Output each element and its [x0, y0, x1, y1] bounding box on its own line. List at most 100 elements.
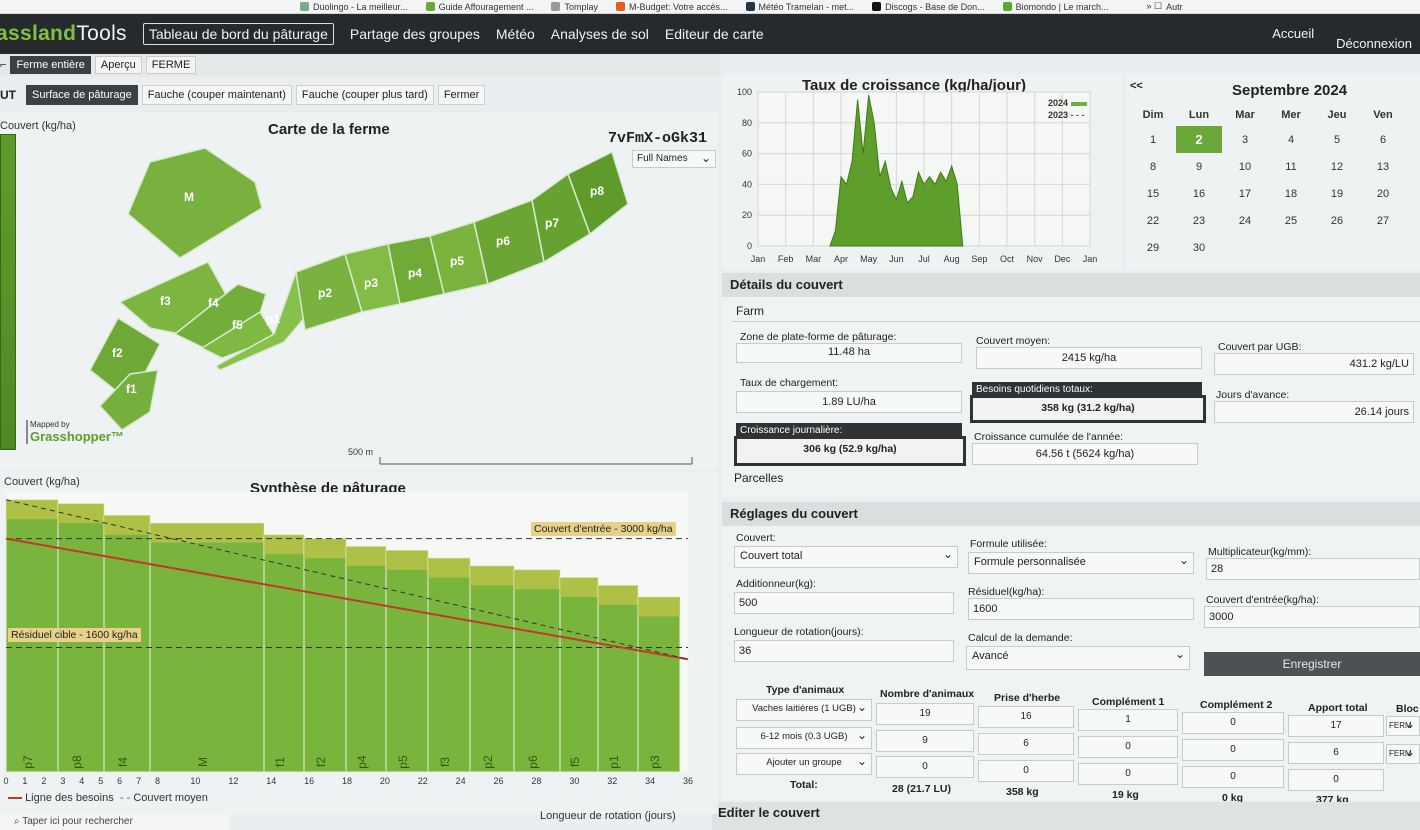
calendar-day[interactable]: 27: [1360, 207, 1406, 234]
calendar-day[interactable]: 5: [1314, 126, 1360, 153]
nav-soil-analysis[interactable]: Analyses de sol: [551, 26, 649, 42]
add-group-select[interactable]: Ajouter un groupe: [736, 753, 872, 775]
calendar-day[interactable]: 26: [1314, 207, 1360, 234]
bookmark-item[interactable]: Discogs - Base de Don...: [872, 2, 985, 12]
bookmark-item[interactable]: » ☐ Autr: [1147, 1, 1183, 12]
calendar-day[interactable]: 16: [1176, 180, 1222, 207]
calendar-day[interactable]: 8: [1130, 153, 1176, 180]
supplement-1-input[interactable]: 1: [1078, 709, 1178, 731]
calendar-day[interactable]: 22: [1130, 207, 1176, 234]
paddock-M[interactable]: [127, 147, 263, 259]
grass-intake-input[interactable]: 0: [978, 760, 1074, 782]
nav-group-sharing[interactable]: Partage des groupes: [350, 26, 480, 42]
nav-logout[interactable]: Déconnexion: [1336, 36, 1412, 51]
calendar-day[interactable]: 19: [1314, 180, 1360, 207]
bookmark-item[interactable]: Tomplay: [551, 2, 598, 12]
bookmark-item[interactable]: Duolingo - La meilleur...: [300, 2, 408, 12]
calendar-day[interactable]: 15: [1130, 180, 1176, 207]
legend-2024: 2024: [1048, 98, 1087, 108]
bookmark-item[interactable]: M-Budget: Votre accès...: [615, 2, 728, 12]
calendar-day[interactable]: 13: [1360, 153, 1406, 180]
multiplier-input[interactable]: 28: [1206, 558, 1420, 580]
supplement-2-input[interactable]: 0: [1182, 739, 1284, 761]
tab-cut-now[interactable]: Fauche (couper maintenant): [141, 85, 292, 105]
cover-type-select[interactable]: Couvert total: [734, 546, 958, 568]
synthesis-bar-top: [598, 585, 638, 605]
entry-cover-input[interactable]: 3000: [1204, 606, 1420, 628]
rotation-input[interactable]: 36: [734, 640, 954, 662]
calendar-day[interactable]: 11: [1268, 153, 1314, 180]
calendar-day[interactable]: 24: [1222, 207, 1268, 234]
adder-input[interactable]: 500: [734, 592, 954, 614]
calendar-day-empty: [1222, 234, 1268, 261]
demand-calc-select[interactable]: Avancé: [966, 646, 1190, 670]
residual-input[interactable]: 1600: [968, 598, 1194, 620]
block-select[interactable]: FERM: [1386, 744, 1420, 764]
animal-count-input[interactable]: 19: [876, 703, 974, 725]
synthesis-bar-top: [386, 550, 428, 570]
calendar-day[interactable]: 4: [1268, 126, 1314, 153]
nav-map-editor[interactable]: Editeur de carte: [665, 26, 764, 42]
calendar-day[interactable]: 25: [1268, 207, 1314, 234]
farm-map-panel: Couvert (kg/ha) Carte de la ferme 7vFmX-…: [0, 112, 718, 470]
supplement-1-input[interactable]: 0: [1078, 736, 1178, 758]
calendar-day[interactable]: 29: [1130, 234, 1176, 261]
day-header: Mer: [1281, 109, 1301, 121]
app-logo[interactable]: asslandTools: [0, 22, 127, 46]
parcels-section[interactable]: Parcelles: [734, 471, 783, 485]
formula-select[interactable]: Formule personnalisée: [968, 552, 1194, 574]
days-ahead-value: 26.14 jours: [1214, 401, 1414, 423]
calendar-day[interactable]: 20: [1360, 180, 1406, 207]
animal-count-input[interactable]: 9: [876, 730, 974, 752]
calendar-day[interactable]: 18: [1268, 180, 1314, 207]
tab-cut-later[interactable]: Fauche (couper plus tard): [295, 85, 434, 105]
calendar-month: Septembre 2024: [1232, 82, 1348, 99]
grass-intake-input[interactable]: 6: [978, 733, 1074, 755]
synthesis-x-tick: 36: [683, 776, 693, 786]
animal-type-select[interactable]: Vaches laitières (1 UGB): [736, 699, 872, 721]
grass-intake-input[interactable]: 16: [978, 706, 1074, 728]
calendar-day[interactable]: 6: [1360, 126, 1406, 153]
calendar-day[interactable]: 30: [1176, 234, 1222, 261]
save-button[interactable]: Enregistrer: [1204, 652, 1420, 676]
synthesis-x-tick: 10: [190, 776, 200, 786]
bookmark-item[interactable]: Météo Tramelan - met...: [745, 2, 854, 12]
block-select[interactable]: FERM: [1386, 716, 1420, 736]
synthesis-bar-top: [58, 503, 104, 524]
calendar-day[interactable]: 10: [1222, 153, 1268, 180]
supplement-1-input[interactable]: 0: [1078, 763, 1178, 785]
growth-x-tick: Oct: [1000, 254, 1015, 264]
calendar-prev[interactable]: <<: [1130, 80, 1143, 92]
tab-overview[interactable]: Aperçu: [94, 56, 142, 74]
mapped-by-text: Mapped by: [30, 420, 70, 429]
paddock-label: p3: [364, 276, 379, 290]
calendar-day[interactable]: 3: [1222, 126, 1268, 153]
tab-farm[interactable]: FERME: [145, 56, 197, 74]
tab-close[interactable]: Fermer: [437, 85, 486, 105]
nav-dashboard[interactable]: Tableau de bord du pâturage: [142, 23, 334, 45]
supplement-2-input[interactable]: 0: [1182, 766, 1284, 788]
bookmark-item[interactable]: Biomondo | Le march...: [1002, 2, 1109, 12]
animal-type-select[interactable]: 6-12 mois (0.3 UGB): [736, 727, 872, 749]
nav-weather[interactable]: Météo: [496, 26, 535, 42]
calendar-day-today[interactable]: 2: [1176, 126, 1222, 153]
calendar-day[interactable]: 1: [1130, 126, 1176, 153]
calendar-day[interactable]: 23: [1176, 207, 1222, 234]
tab-whole-farm[interactable]: Ferme entière: [10, 56, 91, 74]
bookmark-item[interactable]: Guide Affouragement ...: [425, 2, 533, 12]
tab-grazing-area[interactable]: Surface de pâturage: [26, 85, 138, 105]
totals-label: Total:: [790, 779, 818, 791]
animal-count-input[interactable]: 0: [876, 756, 974, 778]
calendar-day[interactable]: 12: [1314, 153, 1360, 180]
nav-home[interactable]: Accueil: [1272, 26, 1314, 41]
avg-cover-label: Couvert moyen:: [976, 335, 1051, 347]
taskbar-search-input[interactable]: ⌕ Taper ici pour rechercher: [0, 814, 230, 830]
calendar-day[interactable]: 9: [1176, 153, 1222, 180]
calendar-day[interactable]: 17: [1222, 180, 1268, 207]
synthesis-bar-label: p6: [526, 755, 540, 769]
synthesis-x-tick: 26: [494, 776, 504, 786]
paddock-label: p5: [450, 254, 465, 268]
synthesis-bar-top: [428, 558, 470, 578]
synthesis-bar: [303, 538, 347, 773]
supplement-2-input[interactable]: 0: [1182, 712, 1284, 734]
